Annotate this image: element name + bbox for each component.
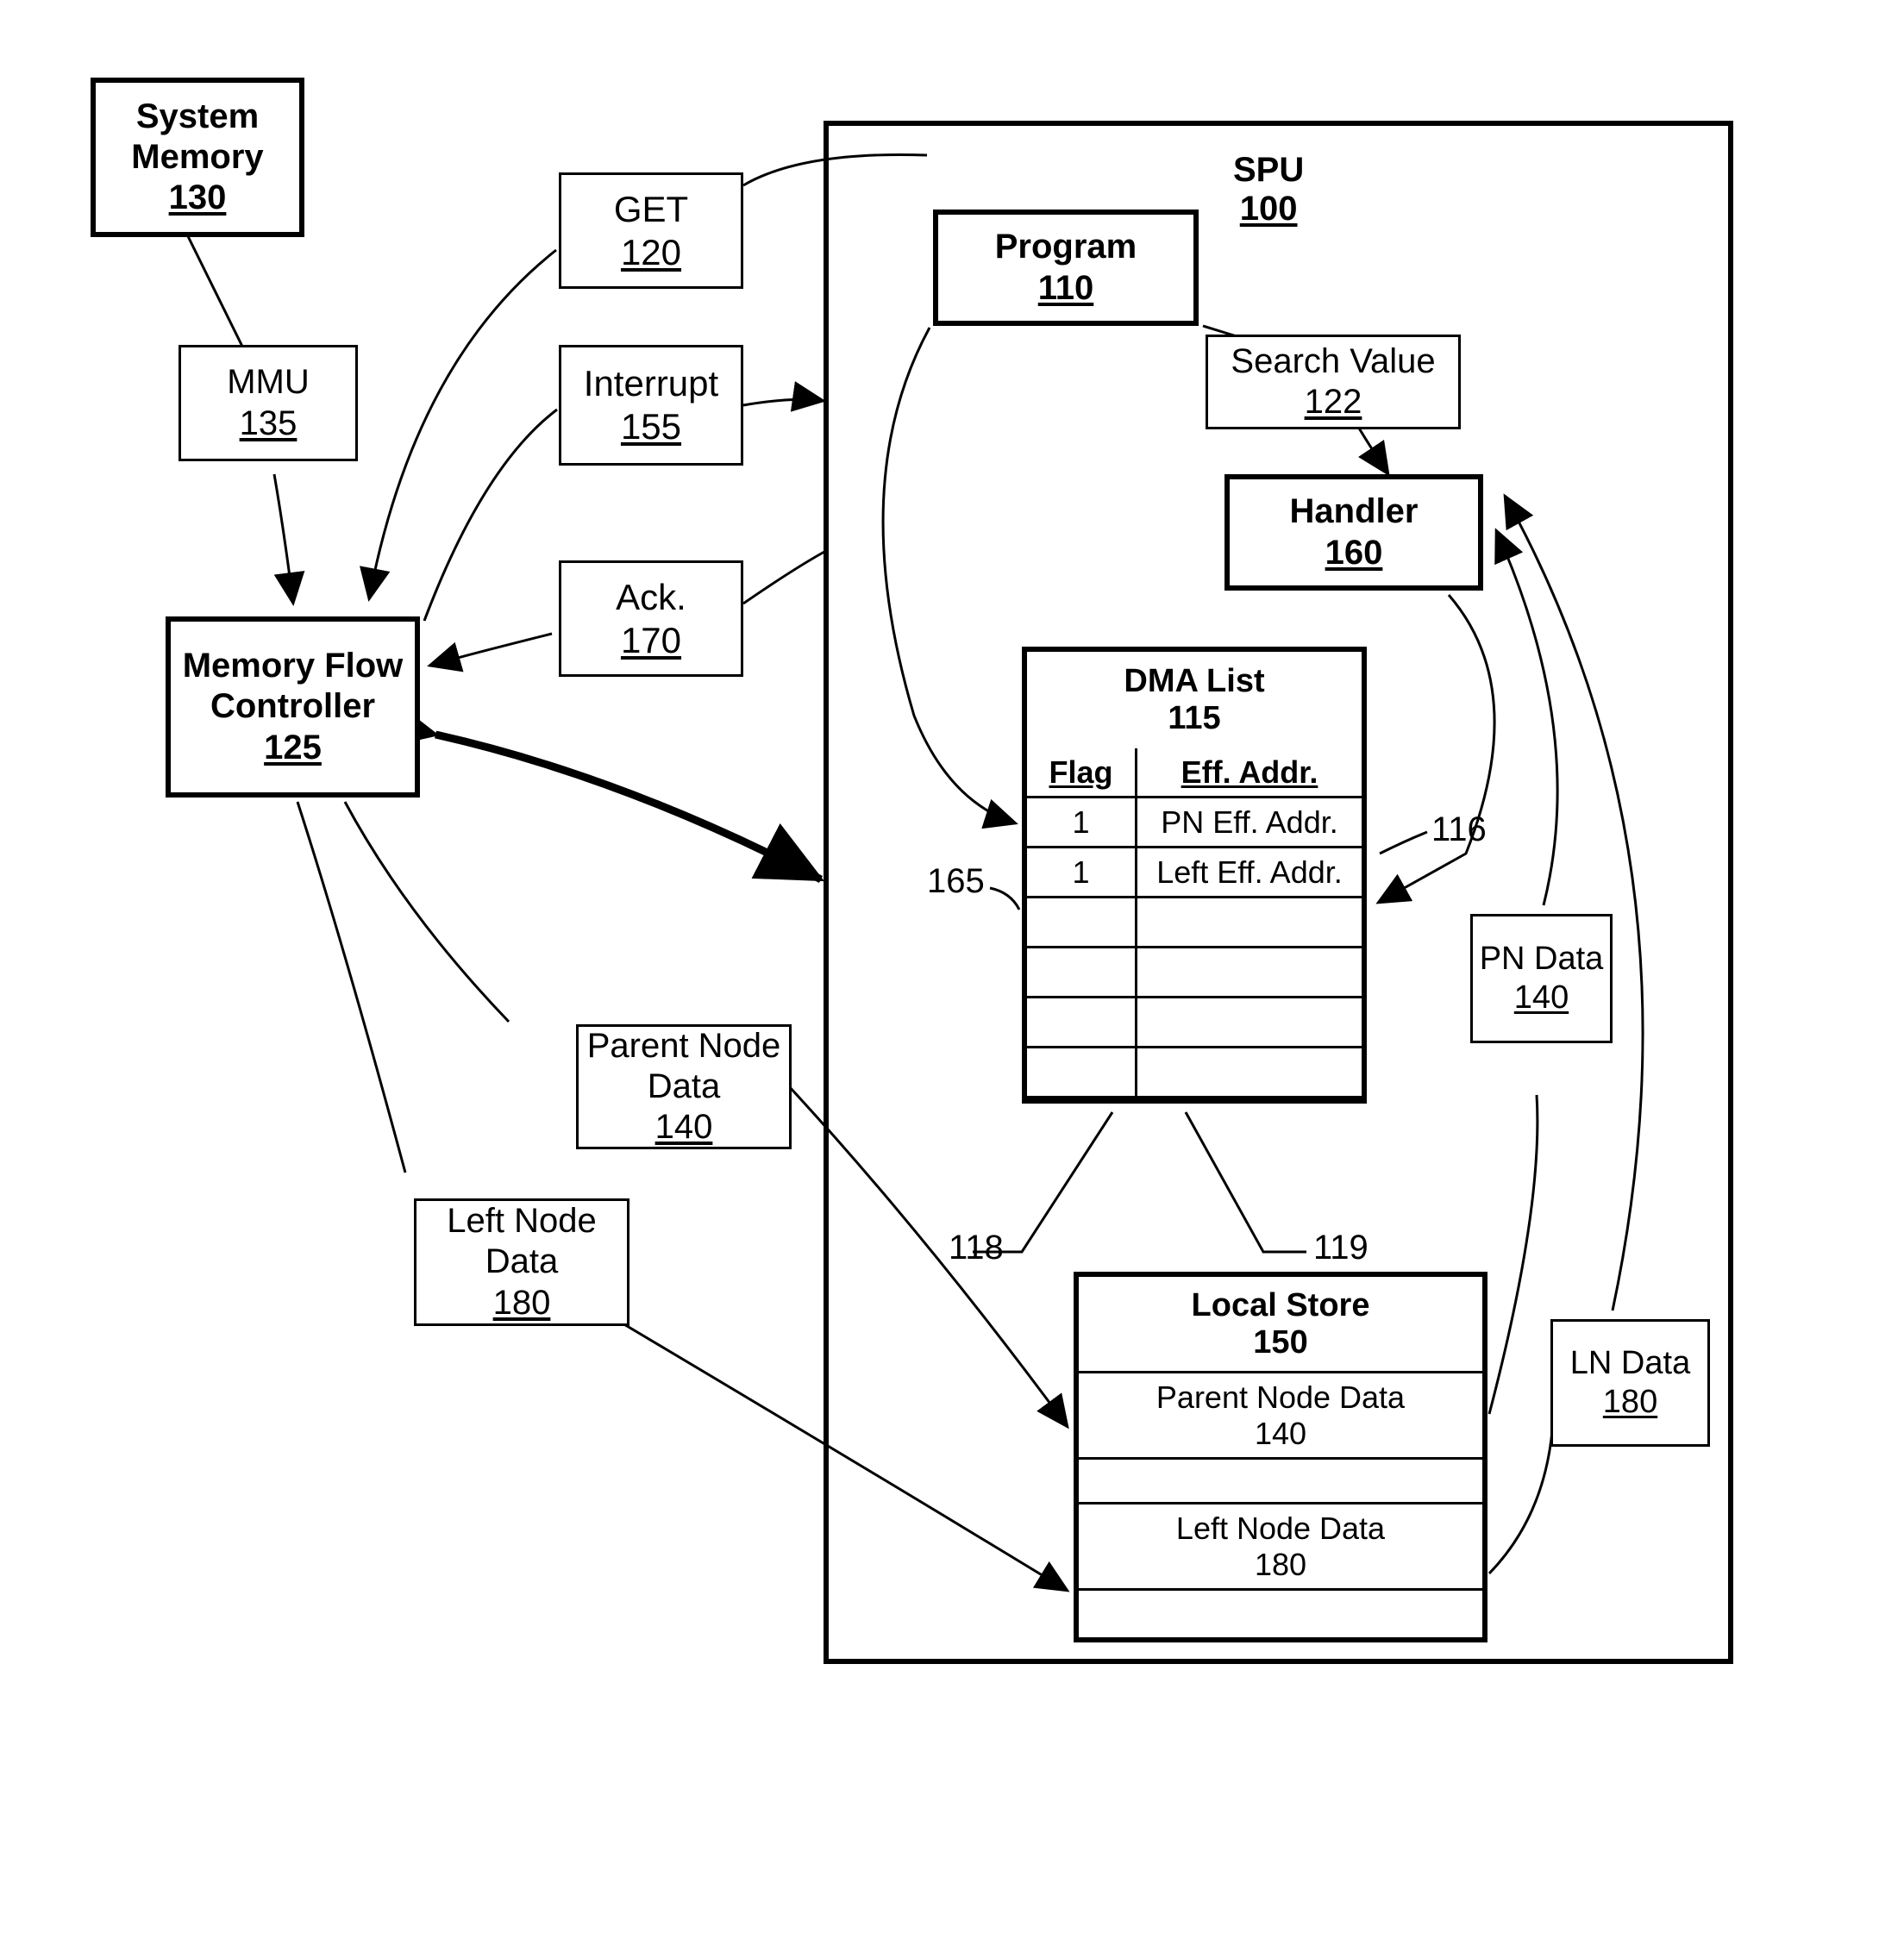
dma-row-flag	[1027, 996, 1137, 1048]
local-store-title: Local Store 150	[1079, 1277, 1482, 1373]
edge-mfc-spu-bidirectional	[367, 691, 824, 883]
ack-box[interactable]: Ack. 170	[559, 560, 743, 677]
dma-row-eff-addr	[1136, 1046, 1362, 1098]
left-node-data-box[interactable]: Left Node Data 180	[414, 1198, 629, 1326]
edge-mmu-to-mfc	[272, 473, 305, 606]
edge-ack-to-mfc	[427, 632, 553, 672]
ln-data-box[interactable]: LN Data 180	[1550, 1319, 1710, 1447]
edge-ack-to-spu	[742, 550, 825, 605]
handler-box[interactable]: Handler 160	[1224, 474, 1483, 591]
patent-diagram-canvas: SPU 100 System Memory 130 MMU 135 Memory…	[0, 0, 1904, 1933]
dma-row-eff-addr	[1136, 896, 1362, 948]
edge-interrupt-to-spu	[742, 381, 826, 412]
system-memory-box[interactable]: System Memory 130	[91, 78, 304, 237]
pn-data-box[interactable]: PN Data 140	[1470, 914, 1613, 1043]
dma-row-flag	[1027, 1046, 1137, 1098]
local-store-parent-node-data[interactable]: Parent Node Data 140	[1079, 1373, 1482, 1460]
edge-mfc-to-leftnode	[296, 801, 407, 1173]
edge-sysmem-to-mmu	[184, 230, 252, 363]
callout-118: 118	[949, 1229, 1004, 1267]
dma-row-flag	[1027, 946, 1137, 998]
parent-node-data-box[interactable]: Parent Node Data 140	[576, 1024, 792, 1149]
dma-row-flag	[1027, 896, 1137, 948]
dma-row-flag: 1	[1027, 796, 1137, 848]
edge-mfc-to-parentnode	[343, 801, 510, 1023]
program-box[interactable]: Program 110	[933, 210, 1199, 326]
mmu-box[interactable]: MMU 135	[178, 345, 358, 461]
dma-row-eff-addr	[1136, 996, 1362, 1048]
table-row[interactable]	[1027, 896, 1362, 948]
memory-flow-controller-box[interactable]: Memory Flow Controller 125	[166, 616, 420, 798]
local-store-left-node-data[interactable]: Left Node Data 180	[1079, 1504, 1482, 1591]
local-store-empty-row	[1079, 1591, 1482, 1637]
callout-119: 119	[1313, 1229, 1368, 1267]
spu-frame-label: SPU 100	[1233, 151, 1305, 228]
dma-list-table[interactable]: DMA List 115 Flag Eff. Addr. 1 PN Eff. A…	[1022, 647, 1367, 1104]
dma-row-flag: 1	[1027, 846, 1137, 898]
dma-col-flag: Flag	[1027, 748, 1137, 798]
dma-row-eff-addr: Left Eff. Addr.	[1136, 846, 1362, 898]
dma-list-header: DMA List 115	[1124, 663, 1265, 736]
get-box[interactable]: GET 120	[559, 172, 743, 289]
search-value-box[interactable]: Search Value 122	[1206, 335, 1461, 429]
table-row[interactable]	[1027, 1046, 1362, 1098]
callout-116: 116	[1431, 810, 1487, 848]
table-row[interactable]: 1 PN Eff. Addr.	[1027, 796, 1362, 848]
dma-row-eff-addr	[1136, 946, 1362, 998]
callout-165: 165	[927, 862, 985, 900]
table-row[interactable]: 1 Left Eff. Addr.	[1027, 846, 1362, 898]
local-store-box[interactable]: Local Store 150 Parent Node Data 140 Lef…	[1074, 1272, 1488, 1642]
table-row[interactable]	[1027, 996, 1362, 1048]
dma-col-eff-addr: Eff. Addr.	[1136, 748, 1362, 798]
interrupt-box[interactable]: Interrupt 155	[559, 345, 743, 466]
dma-list-column-headers: Flag Eff. Addr.	[1027, 748, 1362, 798]
table-row[interactable]	[1027, 946, 1362, 998]
edge-interrupt-left	[423, 408, 558, 622]
local-store-empty-row	[1079, 1460, 1482, 1504]
dma-row-eff-addr: PN Eff. Addr.	[1136, 796, 1362, 848]
edge-get-to-mfc	[360, 248, 557, 602]
